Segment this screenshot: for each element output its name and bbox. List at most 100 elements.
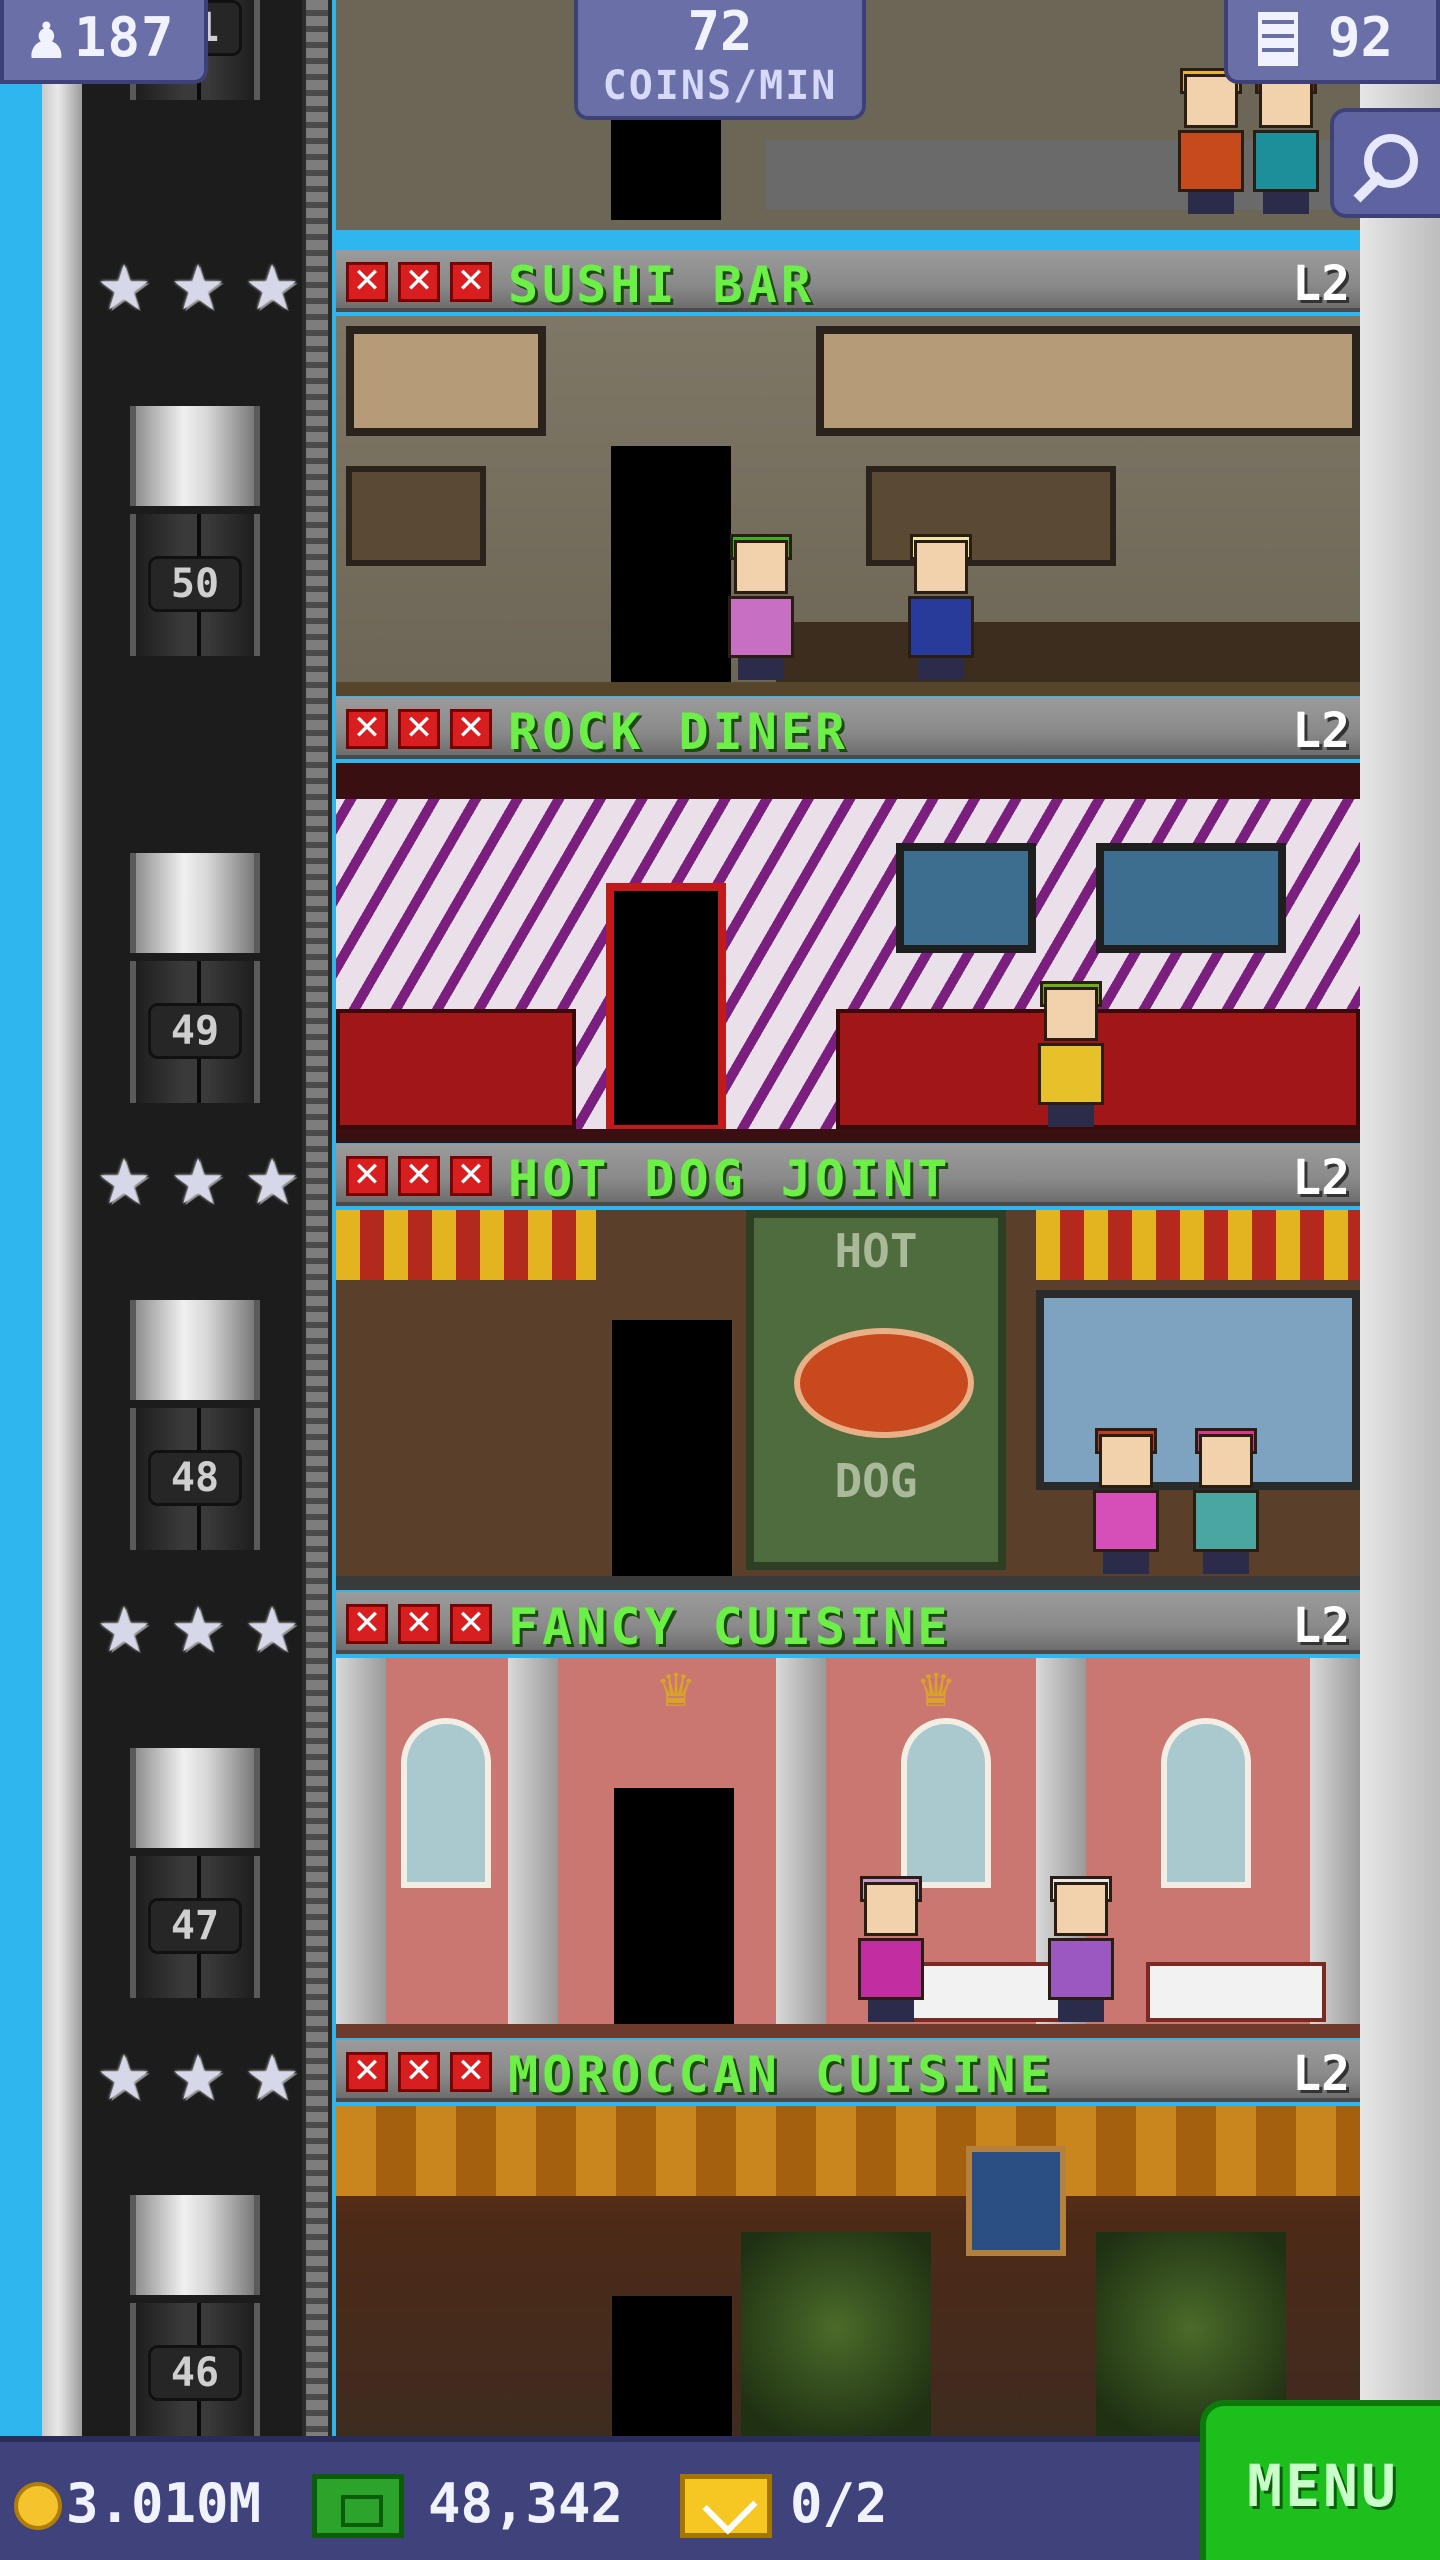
ticket-icon [680,2474,772,2538]
resident-character[interactable] [1036,1876,1126,2022]
right-building-wall [1360,0,1440,2440]
pillar [776,1658,826,2038]
star-icon: ★ [96,251,152,324]
star-icon: ★ [170,2041,226,2114]
arch-window [401,1718,491,1888]
floor-stars-fancy-cuisine: ★ ★ ★ [94,1593,304,1666]
floor-strip [336,1129,1360,1143]
floor-name: HOT DOG JOINT [508,1150,952,1208]
ceiling [336,763,1360,799]
room-interior[interactable]: HOT DOG [336,1210,1360,1590]
picture-frame [896,843,1036,953]
building-icon [1258,12,1298,66]
room-interior[interactable] [336,763,1360,1143]
lantern-icon [966,2146,1066,2256]
x-mark-icon: ✕ [398,709,440,749]
floor-sushi-bar[interactable]: ✕ ✕ ✕ SUSHI BAR L2 [336,250,1360,696]
elevator-floor-50[interactable]: 50 [110,406,280,656]
x-mark-icon: ✕ [450,262,492,302]
elevator-floor-48[interactable]: 48 [110,1300,280,1550]
floor-stars-sushi-bar: ★ ★ ★ [94,251,304,324]
room-door [611,446,731,686]
window [346,326,546,436]
star-icon: ★ [244,1593,300,1666]
arch-window [1161,1718,1251,1888]
search-button[interactable] [1330,108,1440,218]
star-icon: ★ [96,2041,152,2114]
floor-stars-moroccan-cuisine: ★ ★ ★ [94,2041,304,2114]
coins-per-minute-panel[interactable]: 72 COINS/MIN [574,0,866,120]
tower-bux-value[interactable]: 48,342 [428,2472,623,2536]
tickets-value[interactable]: 0/2 [790,2472,888,2536]
shelf [346,466,486,566]
elevator-floor-47[interactable]: 47 [110,1748,280,1998]
x-mark-icon: ✕ [450,1156,492,1196]
arch-window [901,1718,991,1888]
star-icon: ★ [244,251,300,324]
resident-character[interactable] [896,534,986,680]
menu-button[interactable]: MENU [1200,2400,1440,2560]
x-mark-icon: ✕ [346,1156,388,1196]
floor-fancy-cuisine[interactable]: ✕ ✕ ✕ FANCY CUISINE L2 ♛ ♛ [336,1592,1360,2038]
floor-rock-diner[interactable]: ✕ ✕ ✕ ROCK DINER L2 [336,697,1360,1143]
star-icon: ★ [244,1145,300,1218]
x-mark-icon: ✕ [450,709,492,749]
pillar [508,1658,558,2038]
floor-banner: ✕ ✕ ✕ FANCY CUISINE L2 [336,1592,1360,1656]
resident-character[interactable] [1181,1428,1271,1574]
x-mark-icon: ✕ [346,2052,388,2092]
dining-table [1146,1962,1326,2022]
floor-level: L2 [1292,256,1350,312]
hot-dog-sign: HOT DOG [746,1210,1006,1570]
population-value: 187 [74,6,175,69]
room-interior[interactable]: ♛ ♛ [336,1658,1360,2038]
sign-text-bottom: DOG [834,1454,918,1508]
resident-character[interactable] [716,534,806,680]
star-icon: ★ [244,2041,300,2114]
star-icon: ★ [170,1145,226,1218]
population-counter[interactable]: ♟ 187 [0,0,208,84]
star-icon: ★ [96,1145,152,1218]
curtain [336,2106,1360,2196]
floor-banner: ✕ ✕ ✕ ROCK DINER L2 [336,697,1360,761]
bux-icon [312,2474,404,2538]
room-interior[interactable] [336,316,1360,696]
room-door [612,1320,732,1580]
floor-level: L2 [1292,1598,1350,1654]
floor-number: 46 [148,2345,242,2401]
x-mark-icon: ✕ [398,1156,440,1196]
resident-character[interactable] [1241,68,1331,214]
left-building-wall [42,0,82,2440]
awning [1036,1210,1360,1280]
coins-per-minute-unit: COINS/MIN [602,63,838,109]
x-mark-icon: ✕ [450,1604,492,1644]
floor-stars-hot-dog-joint: ★ ★ ★ [94,1145,304,1218]
floor-hot-dog-joint[interactable]: ✕ ✕ ✕ HOT DOG JOINT L2 HOT DOG [336,1144,1360,1590]
awning [336,1210,596,1280]
coins-value[interactable]: 3.010M [66,2472,261,2536]
floor-level: L2 [1292,703,1350,759]
floor-number: 49 [148,1003,242,1059]
room-door [614,1788,734,2028]
star-icon: ★ [170,1593,226,1666]
resident-character[interactable] [846,1876,936,2022]
floor-banner: ✕ ✕ ✕ HOT DOG JOINT L2 [336,1144,1360,1208]
hot-dog-plate-icon [794,1328,974,1438]
floor-number: 50 [148,556,242,612]
x-mark-icon: ✕ [398,262,440,302]
floor-number: 48 [148,1450,242,1506]
floor-strip [336,1576,1360,1590]
pillar [336,1658,386,2038]
x-mark-icon: ✕ [346,1604,388,1644]
elevator-rail [302,0,332,2440]
resident-character[interactable] [1026,981,1116,1127]
floor-strip [336,2024,1360,2038]
floor-counter[interactable]: 92 [1224,0,1440,84]
x-mark-icon: ✕ [450,2052,492,2092]
elevator-floor-46[interactable]: 46 [110,2195,280,2445]
elevator-floor-49[interactable]: 49 [110,853,280,1103]
floor-name: FANCY CUISINE [508,1598,952,1656]
x-mark-icon: ✕ [346,709,388,749]
floor-name: MOROCCAN CUISINE [508,2046,1054,2104]
resident-character[interactable] [1081,1428,1171,1574]
